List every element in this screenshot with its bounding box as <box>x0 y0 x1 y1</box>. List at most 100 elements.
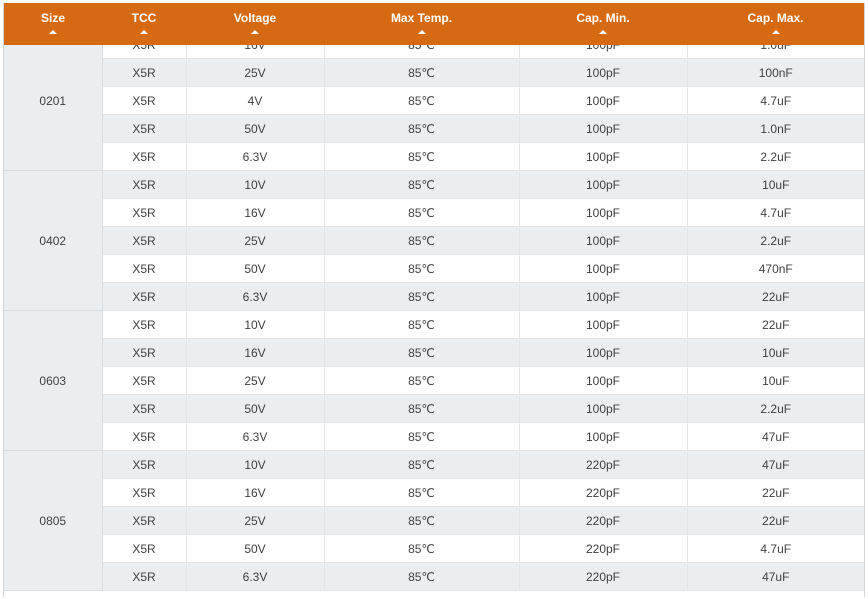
voltage-cell: 16V <box>186 338 325 367</box>
tcc-cell: X5R <box>102 562 187 591</box>
table-row: 0402 X5R 10V 85℃ 100pF 10uF <box>4 170 864 311</box>
voltage-cell: 25V <box>186 366 325 395</box>
voltage-cell: 6.3V <box>186 422 325 451</box>
cap-max-cell: 22uF <box>687 506 864 535</box>
cap-max-cell: 10uF <box>687 338 864 367</box>
voltage-cell: 10V <box>186 450 325 479</box>
column-header-max-temp[interactable]: Max Temp. <box>324 3 519 45</box>
table-row: X5R 4V 85℃ 100pF 4.7uF <box>4 86 864 115</box>
tcc-cell: X5R <box>102 226 187 255</box>
max-temp-cell: 85℃ <box>324 478 520 507</box>
cap-max-cell: 47uF <box>687 562 864 591</box>
cap-max-cell: 10uF <box>687 366 864 395</box>
max-temp-cell: 85℃ <box>324 338 520 367</box>
cap-max-cell: 4.7uF <box>687 534 864 563</box>
table-row: X5R 50V 85℃ 220pF 4.7uF <box>4 534 864 563</box>
table-row: X5R 50V 85℃ 100pF 2.2uF <box>4 394 864 423</box>
max-temp-cell: 85℃ <box>324 450 520 479</box>
tcc-cell: X5R <box>102 310 187 339</box>
cap-max-cell: 4.7uF <box>687 86 864 115</box>
table-header-wrap: Size TCC Voltage Max Temp. Cap. Min. Cap… <box>4 3 864 45</box>
tcc-cell: X5R <box>102 338 187 367</box>
tcc-cell: X5R <box>102 58 187 87</box>
tcc-cell: X5R <box>102 478 187 507</box>
size-cell: 0201 <box>4 31 103 171</box>
table-body: 0201X5R16V85℃100pF1.0uFX5R25V85℃100pF100… <box>4 31 864 591</box>
cap-max-cell: 47uF <box>687 450 864 479</box>
voltage-cell: 50V <box>186 254 325 283</box>
voltage-cell: 25V <box>186 226 325 255</box>
column-header-label: Cap. Min. <box>576 11 630 25</box>
cap-min-cell: 100pF <box>519 338 688 367</box>
column-header-cap-max[interactable]: Cap. Max. <box>687 3 864 45</box>
table-row: X5R 25V 85℃ 100pF 10uF <box>4 366 864 395</box>
cap-min-cell: 220pF <box>519 506 688 535</box>
cap-max-cell: 1.0nF <box>687 114 864 143</box>
max-temp-cell: 85℃ <box>324 562 520 591</box>
capacitor-spec-table-panel: Size TCC Voltage Max Temp. Cap. Min. Cap… <box>3 3 865 597</box>
voltage-cell: 50V <box>186 534 325 563</box>
column-header-label: Cap. Max. <box>747 11 804 25</box>
max-temp-cell: 85℃ <box>324 58 520 87</box>
column-header-label: TCC <box>131 11 157 25</box>
cap-min-cell: 220pF <box>519 450 688 479</box>
tcc-cell: X5R <box>102 534 187 563</box>
max-temp-cell: 85℃ <box>324 198 520 227</box>
size-cell: 0402 <box>4 170 103 311</box>
table-row: X5R 6.3V 85℃ 100pF 2.2uF <box>4 142 864 171</box>
column-header-size[interactable]: Size <box>4 3 102 45</box>
cap-min-cell: 100pF <box>519 58 688 87</box>
cap-min-cell: 100pF <box>519 282 688 311</box>
sort-ascending-icon[interactable] <box>599 30 607 34</box>
size-cell: 0603 <box>4 310 103 451</box>
tcc-cell: X5R <box>102 254 187 283</box>
tcc-cell: X5R <box>102 282 187 311</box>
sort-ascending-icon[interactable] <box>140 30 148 34</box>
max-temp-cell: 85℃ <box>324 86 520 115</box>
max-temp-cell: 85℃ <box>324 170 520 199</box>
cap-min-cell: 100pF <box>519 226 688 255</box>
voltage-cell: 10V <box>186 170 325 199</box>
voltage-cell: 16V <box>186 478 325 507</box>
table-row: 0603 X5R 10V 85℃ 100pF 22uF <box>4 310 864 451</box>
table-row: X5R 50V 85℃ 100pF 470nF <box>4 254 864 283</box>
table-row: X5R 6.3V 85℃ 100pF 22uF <box>4 282 864 311</box>
table-row: X5R 16V 85℃ 100pF 10uF <box>4 338 864 367</box>
sort-ascending-icon[interactable] <box>49 30 57 34</box>
cap-max-cell: 2.2uF <box>687 142 864 171</box>
tcc-cell: X5R <box>102 170 187 199</box>
voltage-cell: 50V <box>186 394 325 423</box>
cap-min-cell: 100pF <box>519 170 688 199</box>
column-header-voltage[interactable]: Voltage <box>186 3 324 45</box>
cap-max-cell: 4.7uF <box>687 198 864 227</box>
voltage-cell: 16V <box>186 198 325 227</box>
column-header-label: Voltage <box>233 11 277 25</box>
voltage-cell: 25V <box>186 58 325 87</box>
sort-ascending-icon[interactable] <box>771 30 780 34</box>
cap-max-cell: 22uF <box>687 310 864 339</box>
max-temp-cell: 85℃ <box>324 310 520 339</box>
max-temp-cell: 85℃ <box>324 366 520 395</box>
cap-max-cell: 100nF <box>687 58 864 87</box>
tcc-cell: X5R <box>102 366 187 395</box>
sort-ascending-icon[interactable] <box>251 30 259 34</box>
voltage-cell: 6.3V <box>186 142 325 171</box>
cap-min-cell: 220pF <box>519 562 688 591</box>
tcc-cell: X5R <box>102 198 187 227</box>
tcc-cell: X5R <box>102 422 187 451</box>
column-header-cap-min[interactable]: Cap. Min. <box>519 3 687 45</box>
cap-max-cell: 10uF <box>687 170 864 199</box>
voltage-cell: 6.3V <box>186 562 325 591</box>
tcc-cell: X5R <box>102 114 187 143</box>
cap-min-cell: 220pF <box>519 478 688 507</box>
table-row: 0805 X5R 10V 85℃ 220pF 47uF <box>4 450 864 591</box>
table-scroll-body[interactable]: 0201X5R16V85℃100pF1.0uFX5R25V85℃100pF100… <box>4 31 864 591</box>
sort-ascending-icon[interactable] <box>417 30 426 34</box>
column-header-label: Size <box>40 11 65 25</box>
cap-max-cell: 47uF <box>687 422 864 451</box>
table-row: X5R 6.3V 85℃ 220pF 47uF <box>4 562 864 591</box>
cap-min-cell: 100pF <box>519 394 688 423</box>
max-temp-cell: 85℃ <box>324 142 520 171</box>
max-temp-cell: 85℃ <box>324 506 520 535</box>
column-header-tcc[interactable]: TCC <box>102 3 186 45</box>
